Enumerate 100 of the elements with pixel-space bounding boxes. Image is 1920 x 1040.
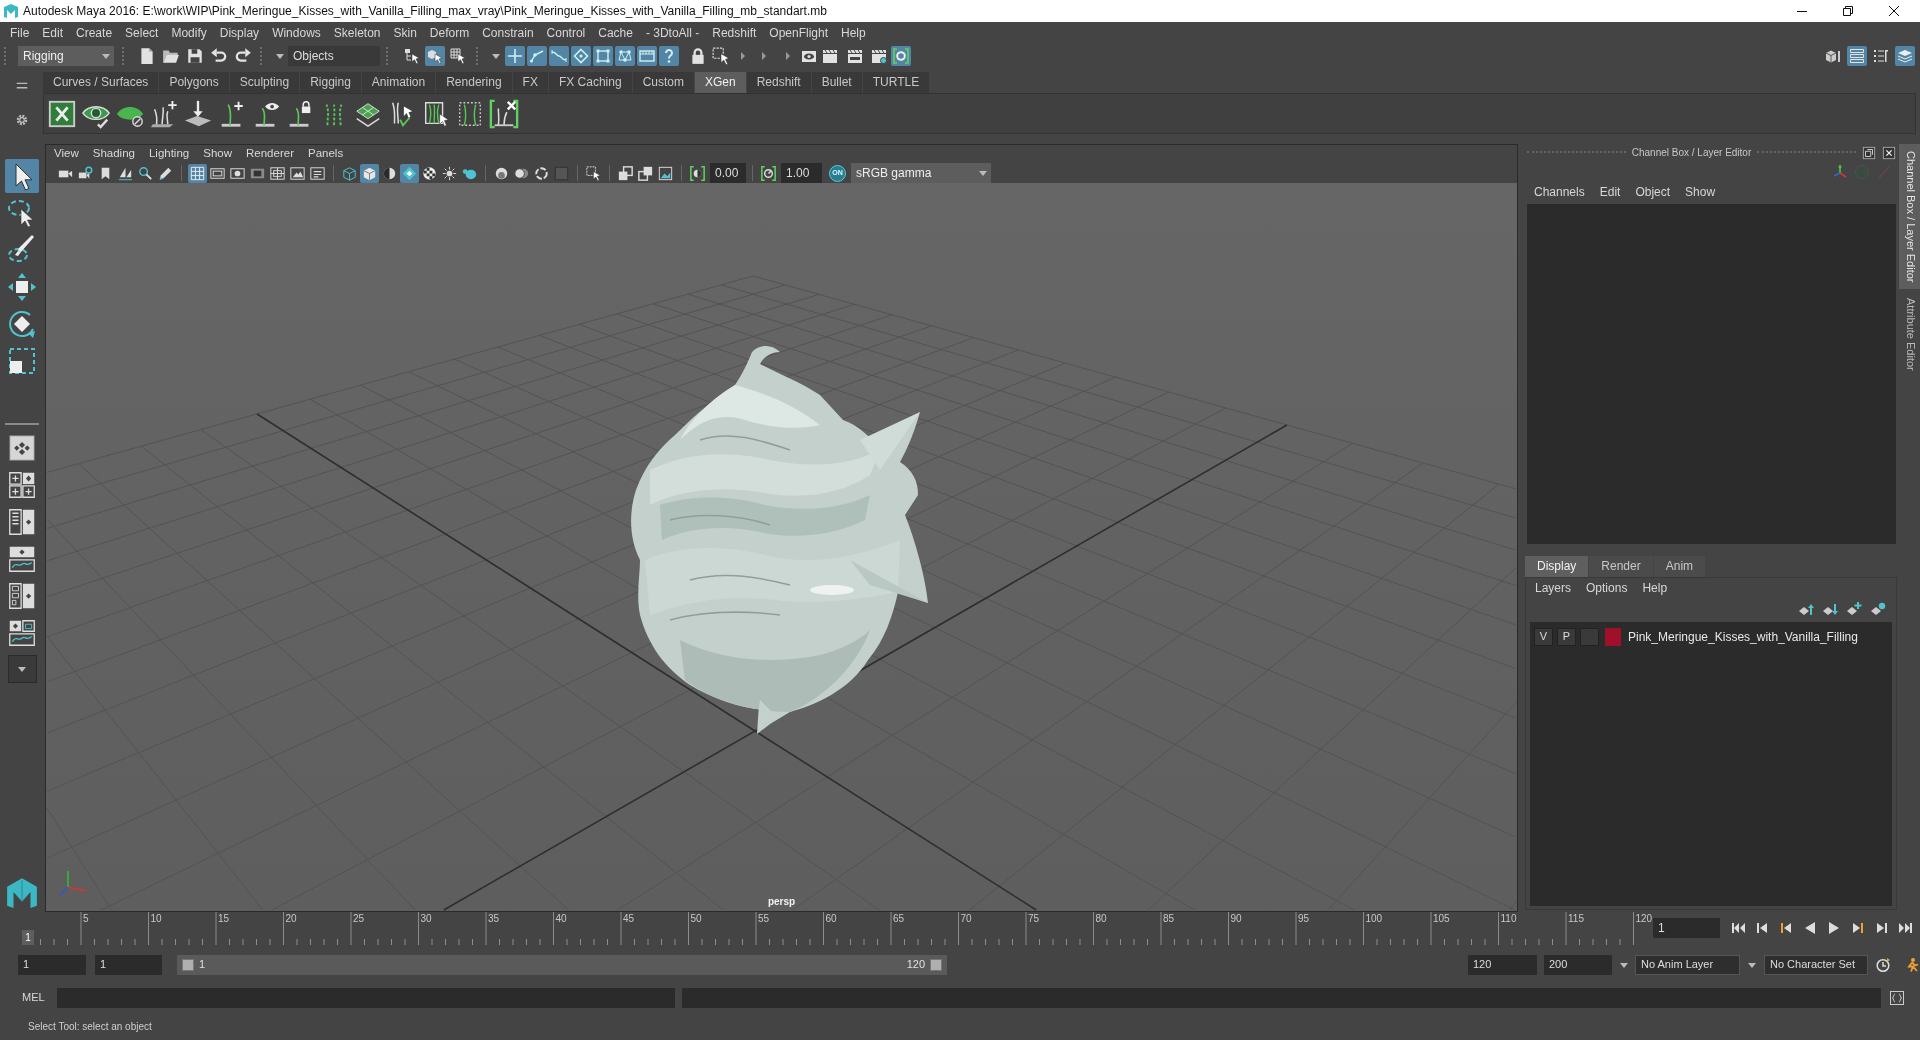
shelf-tab[interactable]: FX [512, 72, 548, 93]
animation-start-field[interactable]: 1 [18, 955, 86, 975]
menu-item[interactable]: Skin [393, 25, 417, 41]
command-language-label[interactable]: MEL [22, 991, 45, 1005]
meringue-model-drawing[interactable] [631, 346, 928, 734]
menu-set-dropdown[interactable]: Rigging [18, 46, 114, 66]
shelf-tab[interactable]: XGen [694, 72, 746, 93]
layer-down-icon[interactable] [1822, 601, 1838, 617]
layer-editor-tab[interactable]: Render [1589, 556, 1653, 577]
cube-cursor-icon[interactable] [425, 46, 445, 66]
layers-icon[interactable] [1895, 46, 1915, 66]
menu-item[interactable]: - 3DtoAll - [645, 25, 700, 41]
panel-menu-item[interactable]: Object [1635, 184, 1671, 200]
shelf-tab[interactable]: Redshift [746, 72, 811, 93]
diamond-pattern-icon[interactable] [400, 163, 419, 183]
menu-item[interactable]: Display [219, 25, 260, 41]
menu-item[interactable]: Windows [272, 25, 321, 41]
panel-menu-item[interactable]: Options [1586, 580, 1628, 596]
question-mark-icon[interactable] [659, 46, 679, 66]
character-set-dropdown[interactable]: No Character Set [1764, 955, 1868, 975]
single-view-layout-icon[interactable] [8, 434, 36, 462]
caret-icon[interactable] [1748, 962, 1756, 968]
float-window-icon[interactable] [1862, 146, 1876, 160]
shelf-tab[interactable]: Polygons [159, 72, 229, 93]
cross-icon[interactable] [505, 46, 525, 66]
hierarchy-cursor-icon[interactable] [402, 46, 422, 66]
visibility-toggle[interactable]: V [1534, 628, 1553, 646]
playback-end-field[interactable]: 120 [1468, 955, 1537, 975]
square-points-icon[interactable] [593, 46, 613, 66]
bracketed-strands-icon[interactable] [489, 98, 519, 129]
previous-key-icon[interactable] [1778, 920, 1794, 936]
clock-icon[interactable] [1875, 957, 1891, 973]
undo-icon[interactable] [210, 47, 228, 65]
step-forward-icon[interactable] [1874, 920, 1890, 936]
layer-plus-icon[interactable] [1846, 601, 1862, 617]
diamond-icon[interactable] [571, 46, 591, 66]
shelf-tab[interactable]: Rendering [436, 72, 512, 93]
shelf-tab[interactable]: Animation [361, 72, 436, 93]
playback-toggle[interactable]: P [1557, 628, 1576, 646]
graph-layout-icon[interactable] [8, 545, 36, 573]
overlapping-squares-icon[interactable] [616, 163, 635, 183]
dashed-box-cursor-icon[interactable] [712, 47, 730, 65]
step-back-icon[interactable] [1754, 920, 1770, 936]
menu-item[interactable]: Constrain [482, 25, 534, 41]
menu-item[interactable]: Help [841, 25, 866, 41]
floppy-icon[interactable] [186, 47, 204, 65]
range-handle-icon[interactable] [182, 959, 194, 971]
command-input-field[interactable] [56, 988, 675, 1008]
menu-item[interactable]: Select [125, 25, 159, 41]
close-icon[interactable] [1889, 6, 1899, 16]
network-icon[interactable] [615, 46, 635, 66]
current-frame-field[interactable]: 1 [1653, 918, 1720, 938]
shelf-tab[interactable]: Curves / Surfaces [43, 72, 159, 93]
display-type-toggle[interactable] [1580, 628, 1599, 646]
panel-menu-item[interactable]: Renderer [246, 147, 294, 161]
x-box-icon[interactable] [47, 98, 77, 129]
menu-item[interactable]: Edit [42, 25, 64, 41]
panel-menu-item[interactable]: Help [1642, 580, 1668, 596]
four-view-layout-icon[interactable] [8, 471, 36, 499]
layer-editor-tab[interactable]: Anim [1653, 556, 1706, 577]
caret-icon[interactable] [979, 170, 987, 176]
mixed-layout-icon[interactable] [8, 619, 36, 647]
range-slider-bar[interactable]: 1 120 [177, 955, 947, 975]
page-icon[interactable] [138, 47, 156, 65]
shelf-tab[interactable]: Sculpting [229, 72, 300, 93]
menu-item[interactable]: Modify [171, 25, 207, 41]
dashed-box-cursor-icon[interactable] [584, 163, 603, 183]
shelf-tab[interactable]: FX Caching [548, 72, 632, 93]
script-editor-icon[interactable] [1888, 990, 1905, 1006]
panel-menu-item[interactable]: View [54, 147, 79, 161]
film-strip-icon[interactable] [637, 46, 657, 66]
arrow-cursor-icon[interactable] [5, 159, 39, 193]
caret-icon[interactable] [492, 53, 500, 59]
panel-menu-item[interactable]: Lighting [148, 147, 190, 161]
layer-dot-icon[interactable] [1870, 601, 1886, 617]
panel-menu-item[interactable]: Panels [307, 147, 344, 161]
panel-menu-item[interactable]: Layers [1535, 580, 1572, 596]
menu-item[interactable]: Skeleton [333, 25, 381, 41]
menu-item[interactable]: File [10, 25, 30, 41]
skip-to-start-icon[interactable] [1730, 920, 1746, 936]
menu-item[interactable]: Deform [429, 25, 470, 41]
gamma-field[interactable]: 1.00 [781, 163, 822, 183]
side-tab[interactable]: Channel Box / Layer Editor [1899, 144, 1920, 290]
menu-item[interactable]: Redshift [712, 25, 757, 41]
menu-item[interactable]: Cache [598, 25, 633, 41]
stacked-fields-icon[interactable] [1847, 46, 1867, 66]
layout-dropdown-button[interactable] [7, 655, 37, 683]
animation-end-field[interactable]: 200 [1544, 955, 1612, 975]
gear-icon[interactable] [14, 113, 29, 127]
layer-name[interactable]: Pink_Meringue_Kisses_with_Vanilla_Filling [1628, 629, 1858, 645]
bracketed-dial-icon[interactable] [759, 163, 778, 183]
shelf-tab[interactable]: TURTLE [862, 72, 930, 93]
caret-icon[interactable] [276, 53, 284, 59]
grid-icon[interactable] [188, 163, 207, 183]
close-icon[interactable] [1882, 146, 1896, 160]
skip-to-end-icon[interactable] [1898, 920, 1914, 936]
panel-menu-item[interactable]: Edit [1599, 184, 1621, 200]
caret-icon[interactable] [1620, 962, 1628, 968]
objects-field[interactable]: Objects [288, 46, 380, 66]
shelf-tab[interactable]: Rigging [300, 72, 361, 93]
